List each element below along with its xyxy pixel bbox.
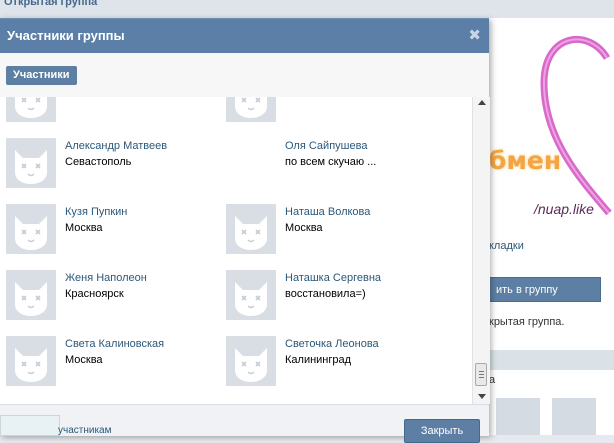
member-name[interactable]: Александр Матвеев xyxy=(65,140,167,152)
member-name[interactable]: Наташа Волкова xyxy=(285,206,370,218)
avatar[interactable] xyxy=(226,336,276,386)
background-avatar[interactable] xyxy=(552,398,596,435)
group-logo: бмен /nuap.like xyxy=(489,28,614,228)
tab-members[interactable]: Участники xyxy=(6,66,77,85)
scrollbar-thumb[interactable] xyxy=(475,363,487,386)
background-avatar[interactable] xyxy=(496,398,540,435)
avatar[interactable] xyxy=(6,97,56,122)
member-name[interactable]: Наташка Сергевна xyxy=(285,272,381,284)
dialog-footer: участникам Закрыть xyxy=(0,404,489,443)
avatar[interactable] xyxy=(6,336,56,386)
background-section-title: а xyxy=(489,370,614,392)
background-section-bar xyxy=(489,350,614,370)
member-city: Красноярск xyxy=(65,288,124,300)
background-header: Открытая группа xyxy=(0,0,614,18)
dialog-title: Участники группы xyxy=(7,28,125,43)
member-city: Москва xyxy=(65,222,103,234)
list-item[interactable]: Светочка Леонова Калининград xyxy=(226,336,436,388)
background-header-text: Открытая группа xyxy=(4,0,98,8)
join-group-button[interactable]: ить в группу xyxy=(489,277,601,302)
heart-logo-icon xyxy=(540,35,612,216)
avatar[interactable] xyxy=(226,270,276,320)
avatar[interactable] xyxy=(6,270,56,320)
avatar[interactable] xyxy=(226,204,276,254)
member-city: восстановила=) xyxy=(285,288,366,300)
close-button[interactable]: Закрыть xyxy=(404,419,480,443)
member-city: по всем скучаю ... xyxy=(285,156,377,168)
dialog-header: Участники группы ✖ xyxy=(0,18,489,53)
members-list[interactable]: Воронеж Курган Александр Матвеев Севастопол… xyxy=(0,97,472,404)
avatar[interactable] xyxy=(226,97,276,122)
list-item[interactable]: Света Калиновская Москва xyxy=(6,336,216,388)
list-item[interactable]: Курган xyxy=(226,97,436,124)
list-item[interactable]: Воронеж xyxy=(6,97,216,124)
list-item[interactable]: Наташа Волкова Москва xyxy=(226,204,436,256)
group-type-note: крытая группа. xyxy=(489,316,565,328)
list-item[interactable]: Наташка Сергевна восстановила=) xyxy=(226,270,436,322)
close-icon[interactable]: ✖ xyxy=(468,26,481,44)
dialog-tabs: Участники xyxy=(0,53,489,98)
logo-word: бмен xyxy=(489,146,562,175)
footer-link[interactable]: участникам xyxy=(58,425,112,436)
avatar[interactable] xyxy=(6,204,56,254)
member-name[interactable]: Женя Наполеон xyxy=(65,272,147,284)
member-name[interactable]: Светочка Леонова xyxy=(285,338,379,350)
member-city: Калининград xyxy=(285,354,352,366)
footer-search-box[interactable] xyxy=(0,415,60,436)
member-name[interactable]: Кузя Пупкин xyxy=(65,206,127,218)
list-item[interactable]: Александр Матвеев Севастополь xyxy=(6,138,216,190)
member-name[interactable]: Оля Сайпушева xyxy=(285,140,367,152)
scroll-down-icon[interactable] xyxy=(478,394,486,399)
list-item[interactable]: Женя Наполеон Красноярск xyxy=(6,270,216,322)
list-item[interactable]: Кузя Пупкин Москва xyxy=(6,204,216,256)
list-item[interactable]: Оля Сайпушева по всем скучаю ... xyxy=(226,138,436,190)
members-dialog: Участники группы ✖ Участники Воронеж Кург… xyxy=(0,18,490,443)
logo-url: /nuap.like xyxy=(534,201,594,217)
background-link[interactable]: кладки xyxy=(489,240,524,252)
scroll-up-icon[interactable] xyxy=(478,100,486,105)
member-city: Москва xyxy=(65,354,103,366)
member-city: Москва xyxy=(285,222,323,234)
member-city: Севастополь xyxy=(65,156,132,168)
avatar[interactable] xyxy=(6,138,56,188)
scrollbar[interactable] xyxy=(472,97,490,404)
member-name[interactable]: Света Калиновская xyxy=(65,338,164,350)
